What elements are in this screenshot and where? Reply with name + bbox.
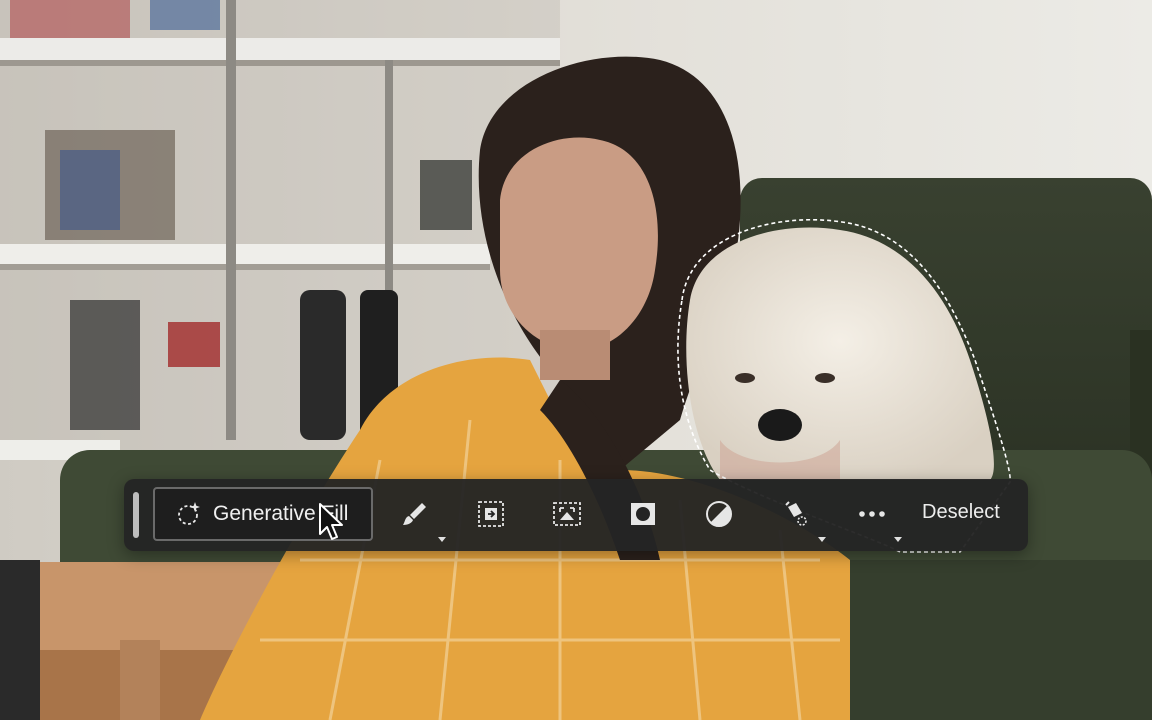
photo-canvas [0,0,1152,720]
deselect-button[interactable]: Deselect [922,501,1000,524]
invert-selection-button[interactable] [474,497,508,531]
generative-fill-icon [178,502,200,525]
create-mask-button[interactable] [626,497,660,531]
more-options-button[interactable] [855,497,889,531]
transform-selection-button[interactable] [550,497,584,531]
adjustment-icon [706,501,732,527]
mouse-cursor-icon [319,503,343,540]
woman-face [500,137,658,351]
more-icon [859,511,885,517]
mask-icon [631,503,655,525]
modify-selection-button[interactable] [398,497,432,531]
contextual-taskbar: Generative Fill Deselect [124,479,1028,551]
adjustment-layer-button[interactable] [702,497,736,531]
chevron-down-icon[interactable] [438,537,446,542]
drag-handle[interactable] [133,492,139,538]
transform-selection-icon [553,502,581,526]
fill-selection-button[interactable] [778,497,812,531]
chevron-down-icon[interactable] [818,537,826,542]
invert-selection-icon [478,501,504,527]
chevron-down-icon[interactable] [894,537,902,542]
fill-bucket-icon [785,501,807,526]
brush-icon [403,503,426,525]
